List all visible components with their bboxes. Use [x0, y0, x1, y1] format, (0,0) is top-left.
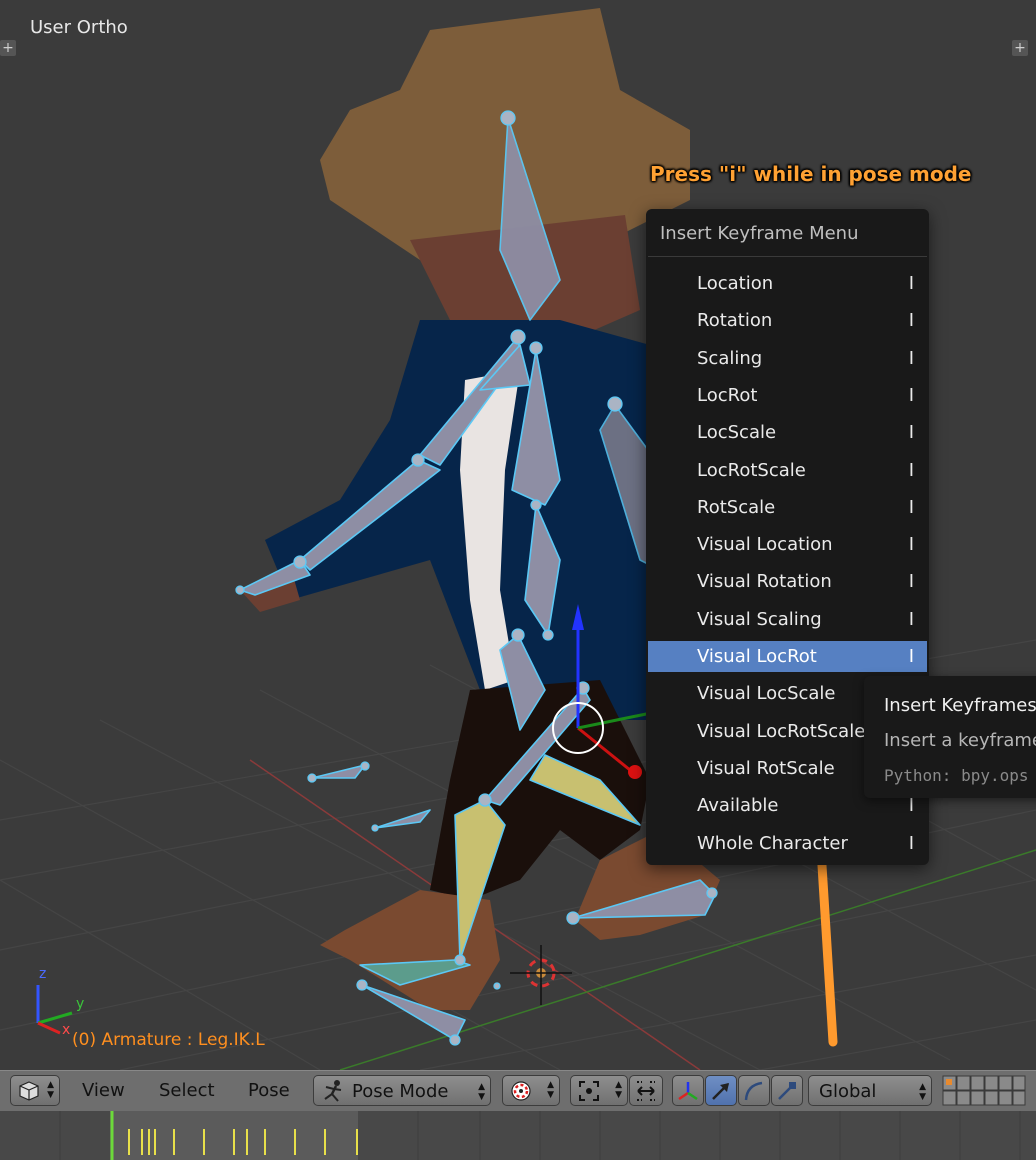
keyframe-markers — [59, 1111, 1021, 1160]
menu-item-label: Visual Location — [697, 534, 833, 556]
menu-item-label: Scaling — [697, 347, 763, 369]
menu-item-label: Available — [697, 795, 779, 817]
menu-item[interactable]: Visual Rotation I — [648, 566, 927, 597]
pivot-icon — [511, 1081, 531, 1101]
menu-item-label: Rotation — [697, 310, 773, 332]
tooltip-python: Python: bpy.ops — [884, 766, 1029, 785]
swap-button[interactable] — [629, 1075, 663, 1106]
menu-item-shortcut: I — [908, 459, 914, 481]
menu-item-label: Visual RotScale — [697, 757, 835, 779]
menu-item[interactable]: Visual Scaling I — [648, 604, 927, 635]
tooltip-title: Insert Keyframes — [884, 695, 1036, 716]
updown-icon: ▲ ▼ — [547, 1080, 554, 1100]
rotate-toggle[interactable] — [738, 1075, 770, 1106]
swap-arrows-icon — [637, 1081, 655, 1101]
updown-icon: ▲ ▼ — [478, 1082, 485, 1102]
menu-item-shortcut: I — [908, 273, 914, 294]
menu-item[interactable]: RotScale I — [648, 492, 927, 523]
menu-item-shortcut: I — [908, 384, 914, 406]
layers-grid[interactable] — [942, 1075, 1026, 1106]
pivot-point-button[interactable]: ▲ ▼ — [502, 1075, 560, 1106]
tooltip: Insert Keyframes Insert a keyframe Pytho… — [864, 676, 1036, 798]
rotate-arc-icon — [744, 1081, 763, 1101]
menu-item-shortcut: I — [908, 422, 914, 444]
cube-icon — [19, 1081, 39, 1101]
menu-view[interactable]: View — [82, 1080, 125, 1101]
menu-item[interactable]: LocRot I — [648, 380, 927, 411]
axis-label-y: y — [76, 996, 85, 1012]
menu-item-label: LocScale — [697, 422, 777, 444]
updown-icon: ▲ ▼ — [919, 1082, 926, 1102]
layers-icon — [942, 1075, 1026, 1106]
editor-type-button[interactable]: ▲ ▼ — [10, 1075, 60, 1106]
menu-item[interactable]: Visual Location I — [648, 529, 927, 560]
plus-icon-right[interactable]: + — [1012, 40, 1028, 56]
axis-label-x: x — [62, 1022, 71, 1038]
menu-item-label: LocRot — [697, 384, 758, 406]
menu-item[interactable]: Rotation I — [648, 305, 927, 336]
translate-arrow-icon — [712, 1083, 729, 1100]
menu-item-shortcut: I — [908, 310, 914, 332]
menu-item-shortcut: I — [908, 496, 914, 518]
mode-selector[interactable]: Pose Mode ▲ ▼ — [313, 1075, 491, 1106]
menu-item-shortcut: I — [908, 571, 914, 593]
snap-icon — [579, 1081, 599, 1101]
timeline-strip[interactable] — [0, 1111, 1036, 1160]
orientation-label: Global — [819, 1081, 877, 1102]
menu-item[interactable]: Scaling I — [648, 343, 927, 374]
menu-item-label: Visual LocRotScale — [697, 720, 866, 742]
menu-title: Insert Keyframe Menu — [660, 223, 859, 244]
manipulator-icon — [678, 1082, 698, 1101]
menu-item[interactable]: Location I — [648, 268, 927, 299]
plus-icon-left[interactable]: + — [0, 40, 16, 56]
tooltip-description: Insert a keyframe — [884, 730, 1036, 751]
viewport-title: User Ortho — [30, 17, 128, 38]
menu-item-shortcut: I — [908, 347, 914, 369]
menu-item-label: Visual Scaling — [697, 608, 822, 630]
menu-item-label: Visual LocRot — [697, 646, 817, 667]
axis-label-z: z — [39, 966, 47, 982]
menu-item-shortcut: I — [908, 646, 914, 667]
menu-item[interactable]: Whole Character I — [648, 828, 927, 859]
menu-item-label: Whole Character — [697, 832, 848, 854]
menu-item-shortcut: I — [908, 795, 914, 817]
menu-item-shortcut: I — [908, 832, 914, 854]
3d-viewport[interactable]: z y x User Ortho + + (0) Armature : Leg.… — [0, 0, 1036, 1070]
orientation-selector[interactable]: Global ▲ ▼ — [808, 1075, 932, 1106]
menu-item-shortcut: I — [908, 608, 914, 630]
menu-item[interactable]: Visual LocRot I — [648, 641, 927, 672]
updown-icon: ▲ ▼ — [47, 1080, 54, 1100]
menu-select[interactable]: Select — [159, 1080, 215, 1101]
menu-separator — [648, 256, 927, 257]
mode-label: Pose Mode — [352, 1081, 449, 1102]
menu-item-label: RotScale — [697, 496, 776, 518]
scale-icon — [778, 1082, 796, 1100]
snap-center-button[interactable]: ▲ ▼ — [570, 1075, 628, 1106]
menu-item[interactable]: LocScale I — [648, 417, 927, 448]
manipulator-toggle[interactable] — [672, 1075, 704, 1106]
menu-item-label: Visual LocScale — [697, 683, 836, 705]
annotation-text: Press "i" while in pose mode — [650, 162, 972, 186]
menu-item-shortcut: I — [908, 534, 914, 556]
translate-toggle[interactable] — [705, 1075, 737, 1106]
menu-item-label: Visual Rotation — [697, 571, 832, 593]
pose-mode-icon — [324, 1080, 342, 1102]
menu-pose[interactable]: Pose — [248, 1080, 290, 1101]
scale-toggle[interactable] — [771, 1075, 803, 1106]
menu-item-label: LocRotScale — [697, 459, 806, 481]
menu-item[interactable]: LocRotScale I — [648, 455, 927, 486]
menu-item-label: Location — [697, 273, 774, 294]
updown-icon: ▲ ▼ — [615, 1080, 622, 1100]
viewport-header: ▲ ▼ View Select Pose Pose Mode ▲ ▼ ▲ ▼ ▲ ▼ — [0, 1070, 1036, 1111]
object-info: (0) Armature : Leg.IK.L — [72, 1030, 265, 1050]
